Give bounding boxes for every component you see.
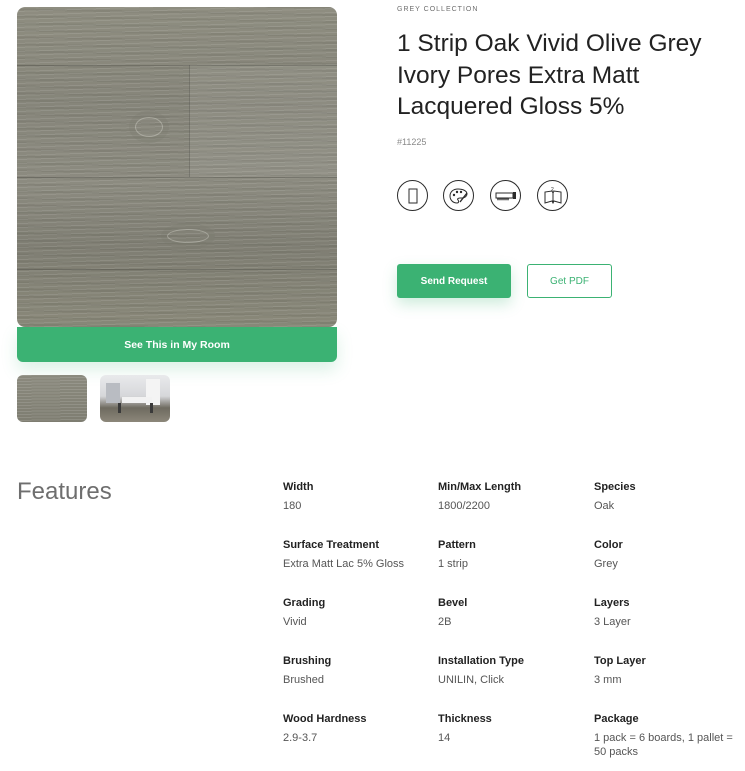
feature-value-brushing: Brushed [283,674,324,686]
feature-label-top-layer: Top Layer [594,655,646,667]
feature-value-installation-type: UNILIN, Click [438,674,505,686]
feature-label-package: Package [594,713,639,725]
get-pdf-button[interactable]: Get PDF [527,264,612,298]
feature-value-wood-hardness: 2.9-3.7 [283,732,318,744]
collection-label: GREY COLLECTION [397,6,479,13]
feature-label-layers: Layers [594,597,630,609]
feature-value-surface-treatment: Extra Matt Lac 5% Gloss [283,558,405,570]
thumbnail-room[interactable] [100,375,170,422]
wood-knot [135,117,163,137]
svg-text:2: 2 [551,187,554,193]
feature-value-top-layer: 3 mm [594,674,622,686]
product-main-image[interactable] [17,7,337,327]
feature-label-wood-hardness: Wood Hardness [283,713,367,725]
feature-label-min-max-length: Min/Max Length [438,481,522,493]
feature-value-package: 1 pack = 6 boards, 1 pallet = 50 packs [594,732,733,758]
see-in-my-room-button[interactable]: See This in My Room [17,327,337,362]
feature-label-brushing: Brushing [283,655,332,667]
saw-icon [495,191,516,201]
palette-icon [448,187,468,204]
feature-label-surface-treatment: Surface Treatment [283,539,379,551]
plank-shade [189,65,337,177]
book-icon-button[interactable]: 2 [537,180,568,211]
feature-value-width: 180 [283,500,302,512]
feature-label-thickness: Thickness [438,713,492,725]
feature-value-thickness: 14 [438,732,451,744]
book-icon: 2 [544,187,561,204]
plank-seam [17,269,337,270]
feature-value-bevel: 2B [438,616,452,628]
thumbnail-wood[interactable] [17,375,87,422]
feature-label-species: Species [594,481,636,493]
room-window [106,383,120,403]
feature-value-species: Oak [594,500,615,512]
feature-value-color: Grey [594,558,618,570]
features-heading: Features [17,478,112,505]
feature-label-color: Color [594,539,623,551]
room-chair [118,403,121,413]
product-code: #11225 [397,137,427,147]
feature-label-bevel: Bevel [438,597,468,609]
palette-icon-button[interactable] [443,180,474,211]
plank-seam [189,65,190,177]
plank-seam [17,65,337,66]
feature-label-installation-type: Installation Type [438,655,524,667]
room-table [122,397,152,403]
send-request-button[interactable]: Send Request [397,264,511,298]
feature-value-pattern: 1 strip [438,558,468,570]
feature-label-width: Width [283,481,314,493]
room-chair [150,403,153,413]
wood-knot [167,229,209,243]
feature-value-min-max-length: 1800/2200 [438,500,490,512]
feature-value-grading: Vivid [283,616,307,628]
plank-icon-button[interactable] [397,180,428,211]
feature-label-pattern: Pattern [438,539,476,551]
feature-value-layers: 3 Layer [594,616,631,628]
product-title: 1 Strip Oak Vivid Olive Grey Ivory Pores… [397,30,702,120]
feature-label-grading: Grading [283,597,326,609]
saw-icon-button[interactable] [490,180,521,211]
plank-seam [17,177,337,178]
plank-icon [408,188,417,203]
